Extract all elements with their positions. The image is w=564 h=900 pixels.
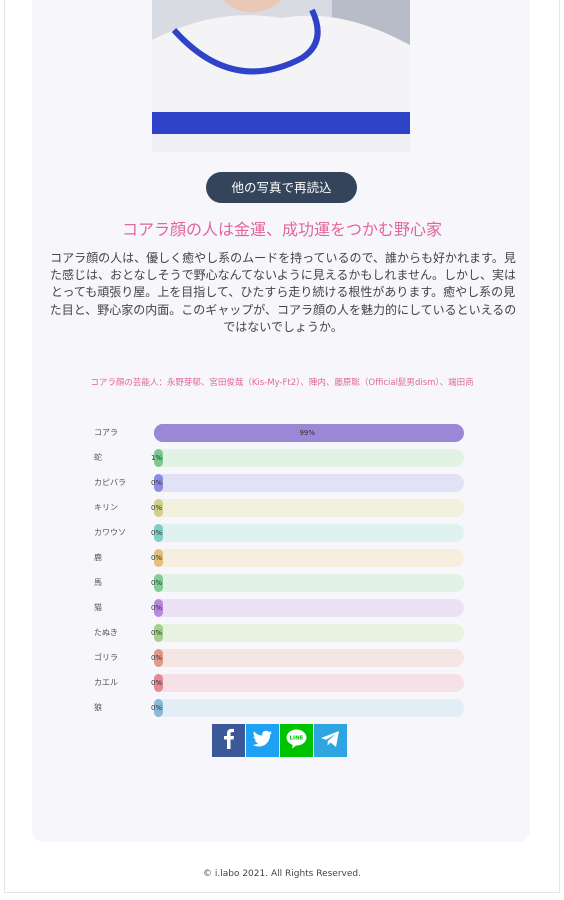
result-description: コアラ顔の人は、優しく癒やし系のムードを持っているので、誰からも好かれます。見た…: [49, 251, 517, 334]
share-line-button[interactable]: LINE: [280, 724, 313, 757]
line-icon: LINE: [280, 722, 313, 759]
bar-track: 0%: [151, 674, 464, 692]
bar-row: 鹿 0%: [94, 548, 466, 573]
bar-track: 0%: [151, 549, 464, 567]
bar-percent: 0%: [151, 504, 163, 512]
bar-label: 馬: [94, 578, 102, 587]
bar-row: ゴリラ 0%: [94, 648, 466, 673]
bar-row: 蛇 1%: [94, 448, 466, 473]
bar-percent: 0%: [151, 529, 163, 537]
footer-copyright: © i.labo 2021. All Rights Reserved.: [203, 869, 361, 879]
bar-row: カエル 0%: [94, 673, 466, 698]
twitter-icon: [246, 722, 279, 759]
bar-row: キリン 0%: [94, 498, 466, 523]
bar-track: 1%: [151, 449, 464, 467]
bar-label: カピバラ: [94, 478, 126, 487]
bar-label: ゴリラ: [94, 653, 118, 662]
bar-row: 猫 0%: [94, 598, 466, 623]
bar-percent: 0%: [151, 579, 163, 587]
bar-track: 0%: [151, 599, 464, 617]
bar-percent: 1%: [151, 454, 163, 462]
bar-percent: 99%: [299, 429, 315, 437]
bar-percent: 0%: [151, 654, 163, 662]
bar-track: 0%: [151, 524, 464, 542]
bar-label: 猫: [94, 603, 102, 612]
bar-row: 狼 0%: [94, 698, 466, 723]
similarity-bar-list: コアラ 99% 蛇 1% カピバラ 0% キリン 0% カワウソ 0% 鹿 0% 馬 0% 猫 0% たぬき 0%…: [94, 423, 466, 723]
bar-row: 馬 0%: [94, 573, 466, 598]
bar-track: 0%: [151, 624, 464, 642]
facebook-icon: [212, 722, 245, 759]
reload-photo-button[interactable]: 他の写真で再読込: [206, 172, 357, 203]
uploaded-photo: [152, 0, 410, 152]
bar-label: コアラ: [94, 428, 118, 437]
telegram-icon: [314, 722, 347, 759]
bar-label: カワウソ: [94, 528, 126, 537]
share-buttons: LINE: [212, 724, 347, 757]
bar-track: 0%: [151, 499, 464, 517]
bar-track: 0%: [151, 699, 464, 717]
bar-track: 0%: [151, 574, 464, 592]
bar-row: カピバラ 0%: [94, 473, 466, 498]
bar-label: カエル: [94, 678, 118, 687]
result-celebrities: コアラ顔の芸能人：永野芽郁、宮田俊哉（Kis-My-Ft2）、陣内、藤原聡（Of…: [90, 378, 474, 388]
bar-label: 鹿: [94, 553, 102, 562]
svg-text:LINE: LINE: [290, 736, 304, 742]
bar-percent: 0%: [151, 679, 163, 687]
bar-percent: 0%: [151, 554, 163, 562]
share-facebook-button[interactable]: [212, 724, 245, 757]
bar-row: コアラ 99%: [94, 423, 466, 448]
bar-track: 0%: [151, 474, 464, 492]
bar-label: 蛇: [94, 453, 102, 462]
share-telegram-button[interactable]: [314, 724, 347, 757]
bar-label: 狼: [94, 703, 102, 712]
bar-row: たぬき 0%: [94, 623, 466, 648]
share-twitter-button[interactable]: [246, 724, 279, 757]
bar-label: たぬき: [94, 628, 118, 637]
bar-percent: 0%: [151, 629, 163, 637]
result-title: コアラ顔の人は金運、成功運をつかむ野心家: [121, 220, 442, 239]
bar-label: キリン: [94, 503, 118, 512]
bar-percent: 0%: [151, 479, 163, 487]
bar-row: カワウソ 0%: [94, 523, 466, 548]
bar-percent: 0%: [151, 604, 163, 612]
bar-percent: 0%: [151, 704, 163, 712]
bar-track: 0%: [151, 649, 464, 667]
bar-track: 99%: [154, 424, 464, 442]
